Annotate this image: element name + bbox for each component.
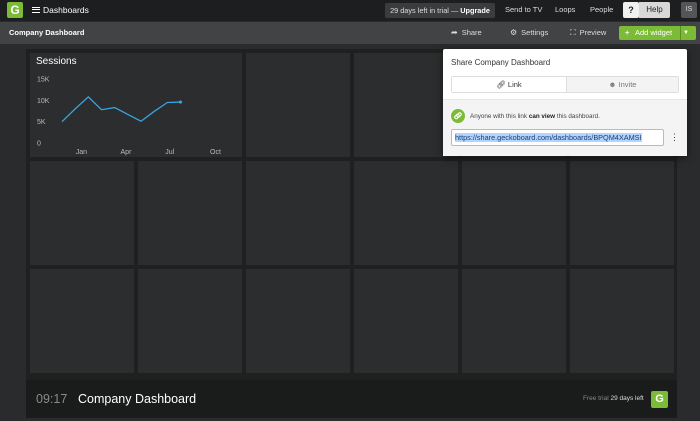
share-url-text: https://share.geckoboard.com/dashboards/… <box>455 133 642 142</box>
clock: 09:17 <box>36 392 68 406</box>
preview-button[interactable]: ⛶ Preview <box>570 22 606 44</box>
upgrade-link[interactable]: Upgrade <box>460 6 490 15</box>
y-tick-label: 10K <box>37 98 50 105</box>
y-tick-label: 5K <box>37 119 46 126</box>
footer-trial-prefix: Free trial <box>583 395 609 402</box>
x-tick-label: Jan <box>76 149 87 156</box>
help-button[interactable]: Help <box>639 2 670 18</box>
share-link-panel: Anyone with this link can view this dash… <box>443 99 687 156</box>
footer-trial: Free trial 29 days left <box>583 395 644 402</box>
chevron-down-icon[interactable]: ▼ <box>683 26 689 40</box>
sessions-series-line <box>61 96 181 123</box>
empty-widget-slot[interactable] <box>570 269 674 373</box>
nav-loops[interactable]: Loops <box>555 0 575 21</box>
hamburger-icon <box>32 6 40 13</box>
share-label: Share <box>461 28 482 37</box>
add-widget-label: Add widget <box>635 28 673 37</box>
share-popover: Share Company Dashboard 🔗︎ Link ☻ Invite… <box>443 49 687 156</box>
gear-icon: ⚙ <box>510 28 518 37</box>
tab-link[interactable]: 🔗︎ Link <box>452 77 566 92</box>
tab-link-label: Link <box>507 80 522 89</box>
empty-widget-slot[interactable] <box>30 269 134 373</box>
popover-title: Share Company Dashboard <box>451 58 551 67</box>
y-tick-label: 0 <box>37 141 41 148</box>
empty-widget-slot[interactable] <box>570 161 674 265</box>
empty-widget-slot[interactable] <box>354 161 458 265</box>
empty-widget-slot[interactable] <box>354 269 458 373</box>
permission-level: can view <box>528 113 556 120</box>
share-permission-text: Anyone with this link can view this dash… <box>470 113 600 120</box>
dashboard-footer: 09:17 Company Dashboard Free trial 29 da… <box>26 380 677 418</box>
dashboard-toolbar: Company Dashboard ➦ Share ⚙ Settings ⛶ Prev… <box>0 22 700 44</box>
geckoboard-logo[interactable]: G <box>7 2 23 18</box>
tab-invite-label: Invite <box>618 80 637 89</box>
fullscreen-icon: ⛶ <box>570 28 576 37</box>
empty-widget-slot[interactable] <box>30 161 134 265</box>
empty-widget-slot[interactable] <box>462 161 566 265</box>
trial-banner[interactable]: 29 days left in trial — Upgrade <box>385 3 495 18</box>
sessions-widget[interactable]: Sessions 15K 10K 5K 0 Jan Apr Jul Oct <box>30 53 242 157</box>
last-point-marker <box>178 100 183 104</box>
footer-title: Company Dashboard <box>78 392 197 406</box>
share-tabs: 🔗︎ Link ☻ Invite <box>451 76 679 93</box>
permission-prefix: Anyone with this link <box>470 113 528 120</box>
permission-suffix: this dashboard. <box>556 113 600 120</box>
settings-label: Settings <box>521 28 549 37</box>
nav-send-to-tv[interactable]: Send to TV <box>505 0 542 21</box>
empty-widget-slot[interactable] <box>246 53 350 157</box>
avatar[interactable]: IS <box>681 2 697 18</box>
add-widget-divider <box>680 26 681 40</box>
dashboards-menu[interactable]: Dashboards <box>32 0 89 21</box>
x-tick-label: Apr <box>121 149 133 156</box>
add-widget-button[interactable]: + Add widget ▼ <box>619 26 696 40</box>
sessions-line-chart: 15K 10K 5K 0 Jan Apr Jul Oct <box>37 77 221 157</box>
empty-widget-slot[interactable] <box>246 269 350 373</box>
x-tick-label: Oct <box>210 149 221 156</box>
trial-text: 29 days left in trial — <box>390 6 459 15</box>
share-icon: ➦ <box>451 28 458 37</box>
nav-people[interactable]: People <box>590 0 613 21</box>
dashboards-label: Dashboards <box>43 5 89 15</box>
empty-widget-slot[interactable] <box>462 269 566 373</box>
y-tick-label: 15K <box>37 77 50 84</box>
empty-widget-slot[interactable] <box>246 161 350 265</box>
empty-widget-slot[interactable] <box>138 269 242 373</box>
more-options-icon[interactable]: ⋮ <box>670 132 679 142</box>
dashboard-title: Company Dashboard <box>9 28 85 37</box>
plus-icon: + <box>625 28 630 37</box>
question-button[interactable]: ? <box>623 2 639 18</box>
empty-widget-slot[interactable] <box>138 161 242 265</box>
share-button[interactable]: ➦ Share <box>451 22 482 44</box>
share-url-field[interactable]: https://share.geckoboard.com/dashboards/… <box>451 129 664 146</box>
footer-trial-days: 29 days left <box>610 395 644 402</box>
footer-logo: G <box>651 391 668 408</box>
link-badge-icon <box>451 109 465 123</box>
tab-invite[interactable]: ☻ Invite <box>566 77 678 92</box>
x-tick-label: Jul <box>165 149 174 156</box>
top-bar: G Dashboards 29 days left in trial — Upg… <box>0 0 700 21</box>
preview-label: Preview <box>579 28 607 37</box>
settings-button[interactable]: ⚙ Settings <box>510 22 548 44</box>
link-icon: 🔗︎ <box>496 80 506 89</box>
user-icon: ☻ <box>608 80 617 89</box>
